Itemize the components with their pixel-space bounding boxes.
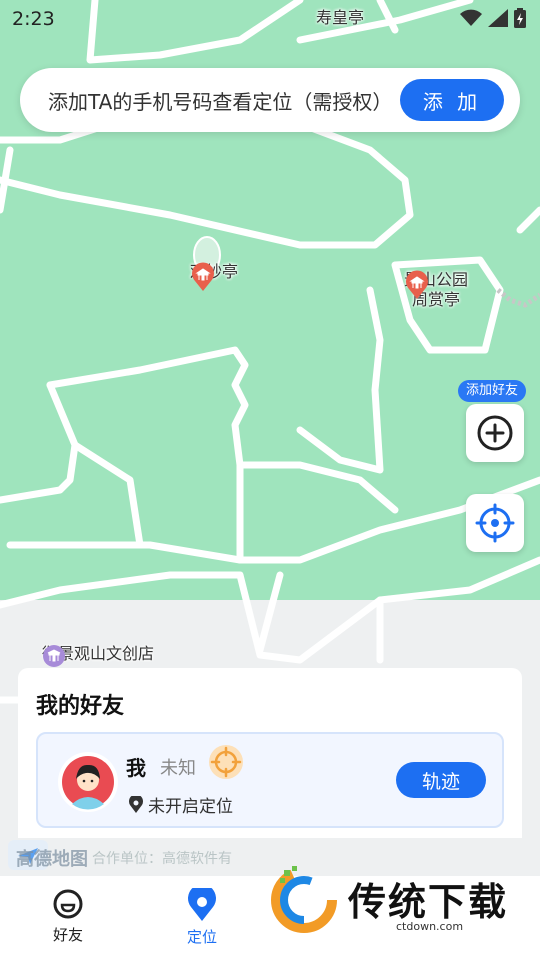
crosshair-icon (475, 503, 515, 543)
signal-icon (488, 9, 508, 27)
add-friend-tooltip: 添加好友 (458, 380, 527, 402)
friend-location-text: 未开启定位 (148, 797, 233, 817)
amap-brand: 高德地图 (16, 849, 88, 870)
track-button[interactable]: 轨迹 (396, 762, 486, 798)
status-time: 2:23 (12, 8, 55, 30)
status-bar: 2:23 (0, 0, 540, 36)
tab-location[interactable]: 定位 (162, 888, 242, 947)
friends-title: 我的好友 (36, 694, 125, 719)
friend-location: 未开启定位 (128, 792, 233, 817)
status-icons (460, 8, 526, 28)
poi-guanmiao-pavilion[interactable]: 观妙亭 (190, 262, 238, 291)
pavilion-pin-icon (406, 270, 428, 299)
location-pin-icon (129, 795, 143, 813)
watermark-logo-icon (271, 866, 337, 933)
add-phone-banner: 添加TA的手机号码查看定位（需授权） 添 加 (20, 68, 520, 132)
target-icon (209, 745, 243, 779)
tab-label: 好友 (52, 926, 83, 944)
watermark-url: ctdown.com (396, 920, 464, 933)
friends-tab-icon (53, 889, 83, 919)
watermark: 传统下载 ctdown.com (266, 858, 526, 938)
avatar (58, 752, 118, 812)
add-friend-button[interactable] (466, 404, 524, 462)
plus-circle-icon (477, 415, 513, 451)
shop-icon (43, 645, 65, 667)
tab-friends[interactable]: 好友 (28, 888, 108, 945)
friends-panel: 我的好友 我 未知 未开启定位 轨迹 (18, 668, 522, 838)
watermark-text: 传统下载 (348, 879, 509, 924)
battery-icon (514, 8, 526, 28)
wifi-icon (460, 9, 482, 26)
friend-status: 未知 (160, 758, 196, 779)
friend-name: 我 (126, 756, 146, 780)
locate-me-button[interactable] (466, 494, 524, 552)
pavilion-pin-icon (192, 262, 214, 291)
poi-culture-shop[interactable]: 御景观山文创店 (42, 644, 154, 667)
map-attribution: 高德地图 合作单位：高德软件有 (8, 840, 260, 876)
amap-partner: 合作单位：高德软件有 (92, 851, 232, 867)
banner-text: 添加TA的手机号码查看定位（需授权） (48, 89, 393, 114)
poi-jingshan-park[interactable]: 景山公园 周赏亭 (404, 270, 468, 310)
tab-label: 定位 (186, 928, 217, 946)
location-tab-icon (188, 888, 216, 921)
avatar-icon (62, 756, 114, 810)
friend-card[interactable]: 我 未知 未开启定位 轨迹 (36, 732, 504, 828)
add-button[interactable]: 添 加 (400, 79, 504, 121)
